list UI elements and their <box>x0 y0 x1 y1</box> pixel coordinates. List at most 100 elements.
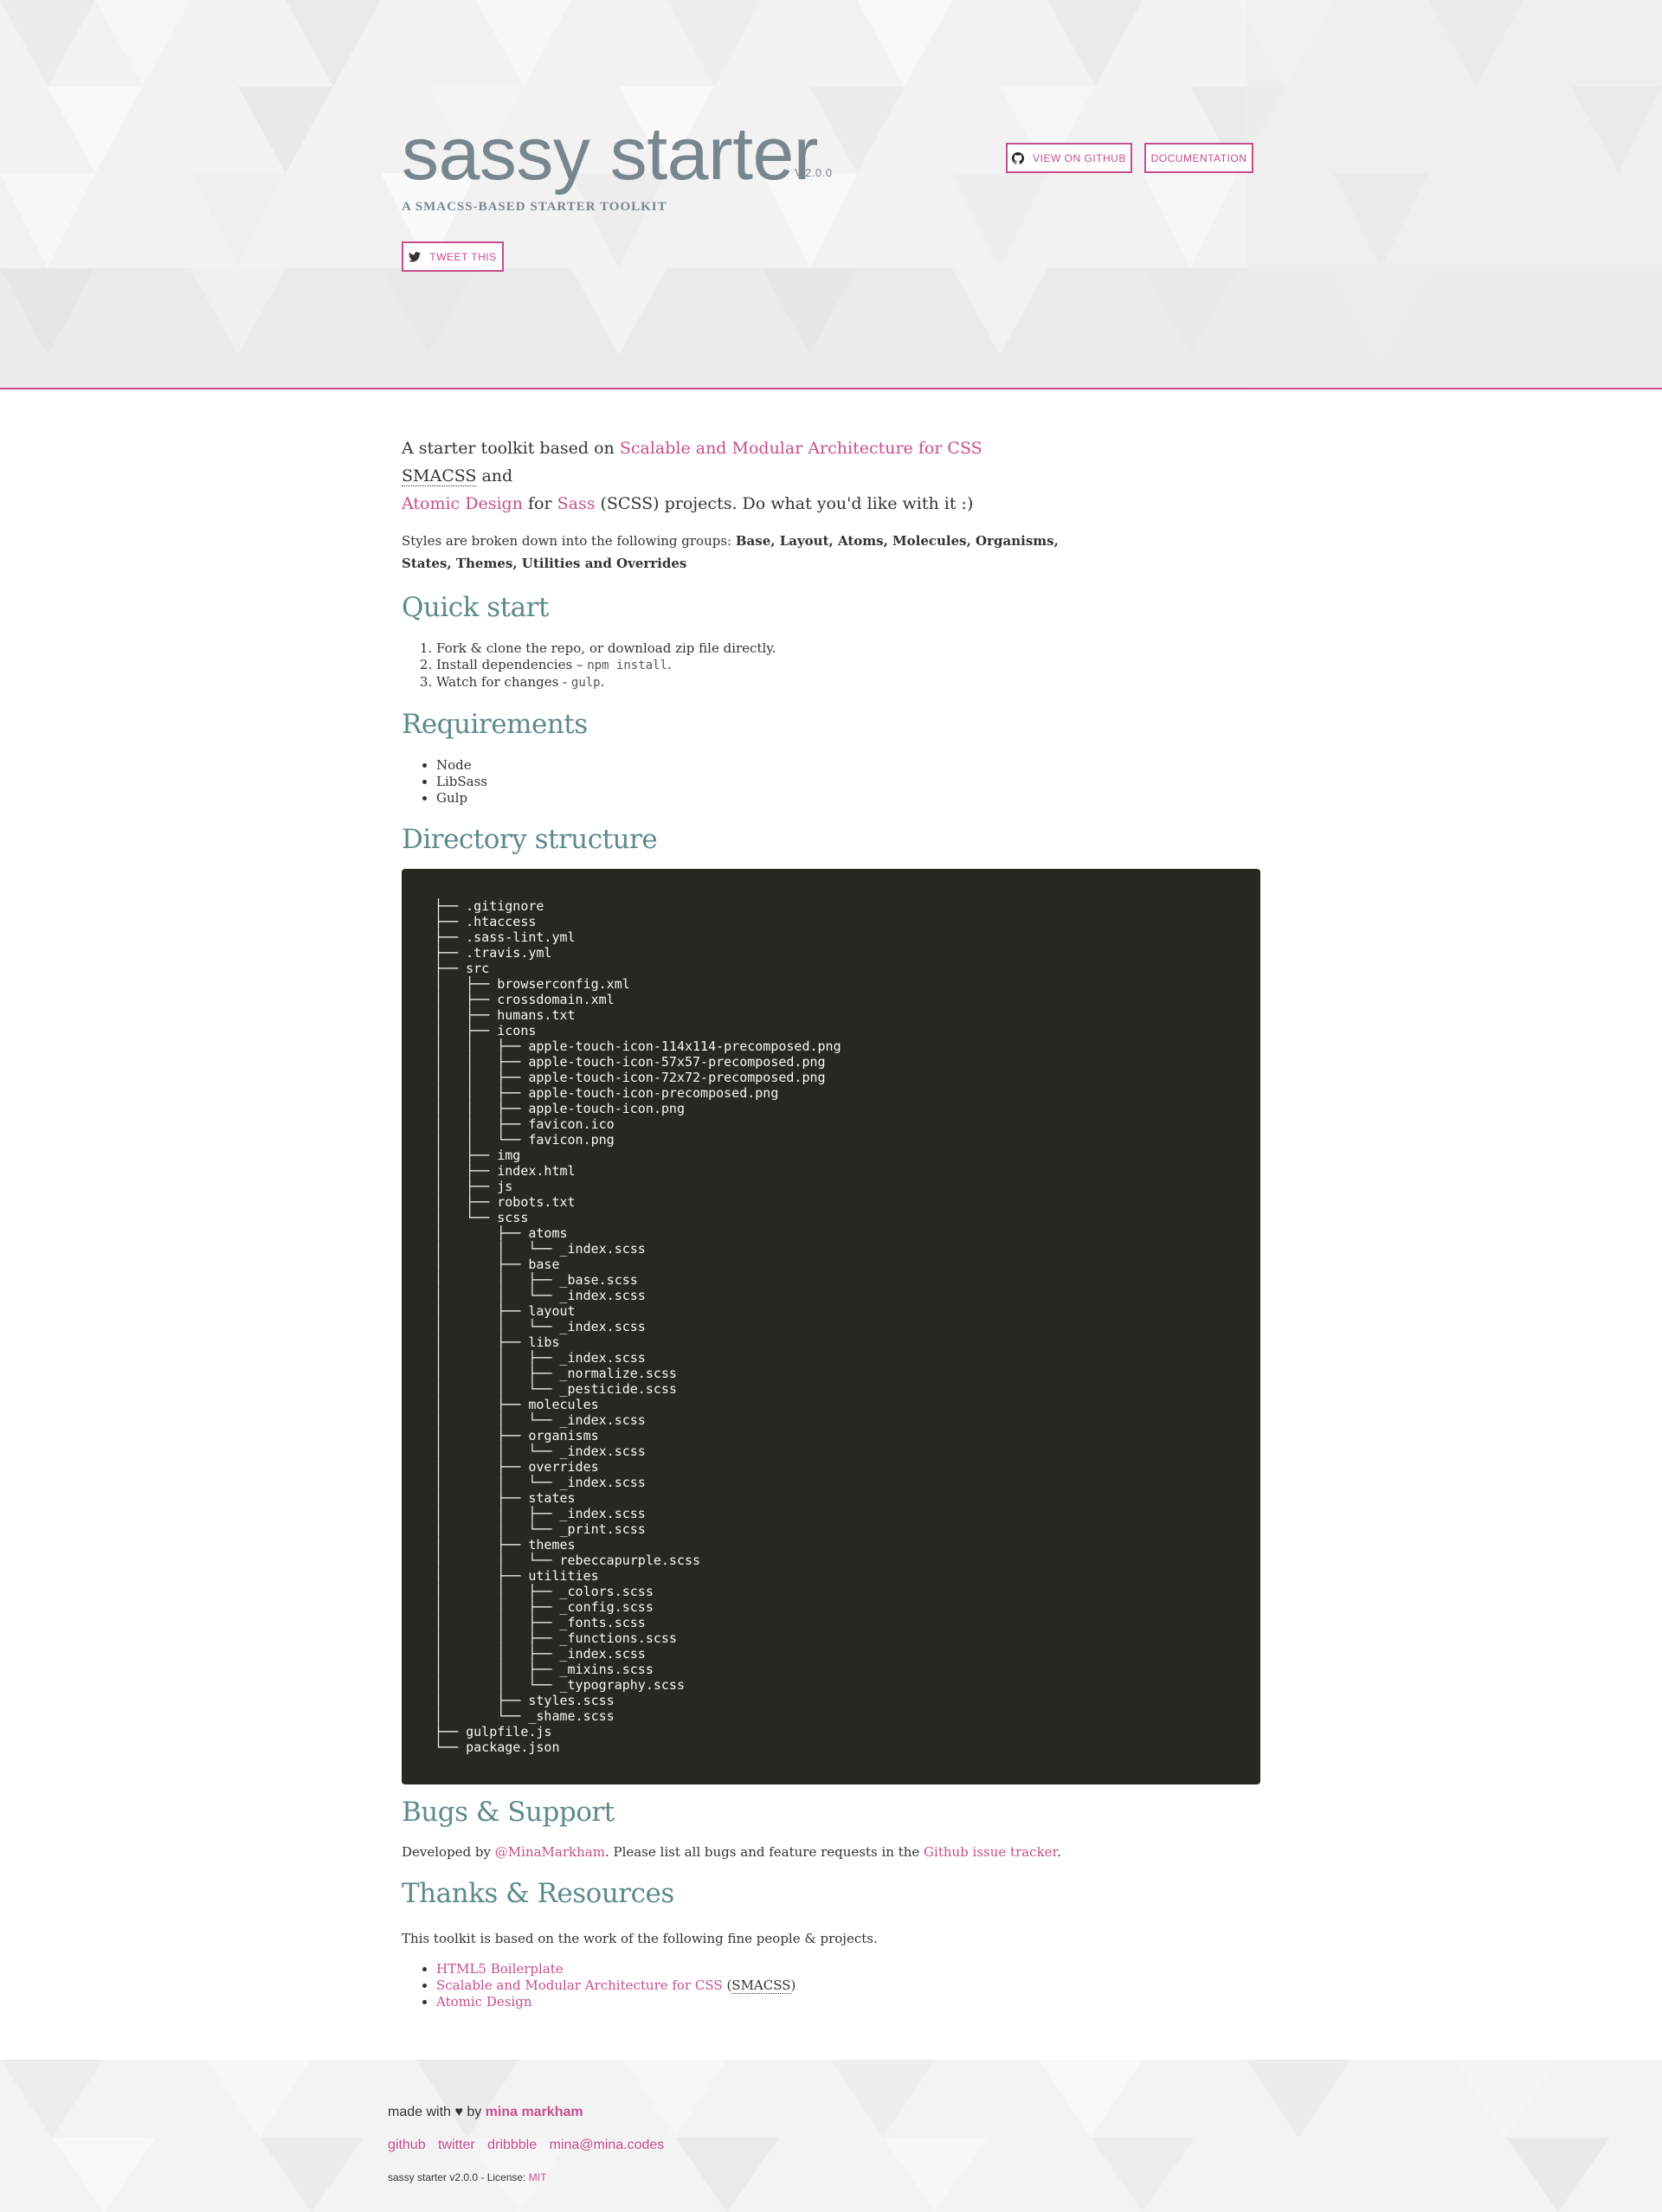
tree-line: │ │ ├── _mixins.scss <box>435 1662 654 1677</box>
tree-line: │ │ ├── _config.scss <box>435 1599 654 1615</box>
tree-line: │ │ └── favicon.png <box>435 1132 615 1148</box>
atomic-design-link[interactable]: Atomic Design <box>402 494 523 513</box>
list-item: Atomic Design <box>436 1994 1260 2010</box>
tweet-this-button[interactable]: TWEET THIS <box>402 241 504 272</box>
list-item: HTML5 Boilerplate <box>436 1961 1260 1977</box>
intro-text: (SCSS) projects. Do what you'd like with… <box>595 494 974 513</box>
tree-line: ├── .travis.yml <box>435 945 552 961</box>
groups-text: Styles are broken down into the followin… <box>402 533 736 549</box>
tree-line: │ ├── utilities <box>435 1568 599 1584</box>
twitter-link[interactable]: twitter <box>438 2138 475 2152</box>
tree-line: ├── gulpfile.js <box>435 1724 552 1739</box>
tree-line: │ │ ├── _fonts.scss <box>435 1615 646 1630</box>
quick-start-list: Fork & clone the repo, or download zip f… <box>402 640 1260 691</box>
step-text: . <box>667 657 672 672</box>
resource-text: ) <box>790 1977 796 1993</box>
tree-line: │ │ ├── _index.scss <box>435 1506 646 1521</box>
tree-line: │ │ ├── _functions.scss <box>435 1630 677 1646</box>
tree-line: │ │ ├── _base.scss <box>435 1272 638 1288</box>
tree-line: │ │ └── _pesticide.scss <box>435 1381 677 1397</box>
documentation-label: DOCUMENTATION <box>1150 151 1247 164</box>
step-text: Install dependencies – <box>436 657 588 672</box>
intro-text: A starter toolkit based on <box>402 439 620 458</box>
triangle-pattern-background <box>0 2060 1662 2212</box>
resources-list: HTML5 Boilerplate Scalable and Modular A… <box>402 1961 1260 2010</box>
resource-text: ( <box>722 1977 732 1993</box>
requirements-list: Node LibSass Gulp <box>402 757 1260 807</box>
bugs-text: . Please list all bugs and feature reque… <box>604 1844 924 1860</box>
tree-line: │ ├── molecules <box>435 1397 599 1412</box>
view-on-github-label: VIEW ON GITHUB <box>1033 151 1126 164</box>
tree-line: │ │ └── _index.scss <box>435 1475 646 1490</box>
tree-line: │ ├── js <box>435 1179 513 1194</box>
gulp-code: gulp <box>570 676 601 690</box>
list-item: Scalable and Modular Architecture for CS… <box>436 1977 1260 1994</box>
bugs-paragraph: Developed by @MinaMarkham. Please list a… <box>402 1843 1260 1861</box>
tree-line: │ ├── themes <box>435 1537 576 1553</box>
github-issue-tracker-link[interactable]: Github issue tracker <box>924 1844 1057 1860</box>
version-label: V.2.0.0 <box>795 166 833 179</box>
email-link[interactable]: mina@mina.codes <box>550 2138 665 2152</box>
smacss-resource-link[interactable]: Scalable and Modular Architecture for CS… <box>436 1977 723 1993</box>
requirements-heading: Requirements <box>402 709 588 740</box>
tweet-this-label: TWEET THIS <box>429 250 497 263</box>
tree-line: │ ├── overrides <box>435 1459 599 1475</box>
tree-line: │ │ └── _index.scss <box>435 1412 646 1428</box>
tree-line: │ ├── icons <box>435 1023 537 1038</box>
bugs-text: . <box>1057 1844 1061 1860</box>
style-groups-paragraph: Styles are broken down into the followin… <box>402 530 1060 575</box>
site-footer: made with ♥ by mina markham github twitt… <box>0 2060 1662 2212</box>
tree-line: │ ├── robots.txt <box>435 1194 576 1210</box>
directory-structure-heading: Directory structure <box>402 824 658 855</box>
tree-line: │ │ └── _index.scss <box>435 1241 646 1257</box>
smacss-link[interactable]: Scalable and Modular Architecture for CS… <box>620 439 982 458</box>
main-content: A starter toolkit based on Scalable and … <box>402 426 1260 2010</box>
documentation-button[interactable]: DOCUMENTATION <box>1144 143 1253 173</box>
tree-line: │ └── _shame.scss <box>435 1708 615 1724</box>
tree-line: │ │ ├── _normalize.scss <box>435 1366 677 1381</box>
tree-line: │ │ ├── _index.scss <box>435 1350 646 1366</box>
tree-line: │ ├── organisms <box>435 1428 599 1444</box>
tagline: A SMACSS-BASED STARTER TOOLKIT <box>402 200 667 214</box>
tree-line: │ ├── index.html <box>435 1163 576 1179</box>
tree-line: │ ├── layout <box>435 1303 576 1319</box>
tree-line: │ │ ├── apple-touch-icon.png <box>435 1101 685 1116</box>
site-header: sassy starter V.2.0.0 A SMACSS-BASED STA… <box>0 0 1662 389</box>
tree-line: │ ├── humans.txt <box>435 1007 576 1023</box>
twitter-bird-icon <box>409 251 422 262</box>
thanks-intro: This toolkit is based on the work of the… <box>402 1931 878 1946</box>
atomic-design-resource-link[interactable]: Atomic Design <box>436 1994 531 2009</box>
mina-markham-twitter-link[interactable]: @MinaMarkham <box>495 1844 605 1860</box>
github-link[interactable]: github <box>388 2138 426 2152</box>
tree-line: │ │ ├── apple-touch-icon-57x57-precompos… <box>435 1054 826 1070</box>
list-item: Node <box>436 757 1260 774</box>
tree-line: │ ├── base <box>435 1257 560 1272</box>
author-link[interactable]: mina markham <box>486 2105 583 2119</box>
thanks-resources-heading: Thanks & Resources <box>402 1878 674 1909</box>
tree-line: │ │ ├── apple-touch-icon-precomposed.png <box>435 1085 779 1101</box>
tree-line: │ ├── styles.scss <box>435 1693 615 1708</box>
bugs-support-heading: Bugs & Support <box>402 1797 615 1828</box>
directory-tree-code-block: ├── .gitignore ├── .htaccess ├── .sass-lin… <box>402 869 1260 1784</box>
list-item: Fork & clone the repo, or download zip f… <box>436 640 1260 657</box>
social-links: github twitter dribbble mina@mina.codes <box>388 2138 673 2153</box>
header-content: sassy starter V.2.0.0 A SMACSS-BASED STA… <box>402 0 1259 388</box>
list-item: Install dependencies – npm install. <box>436 657 1260 674</box>
tree-line: │ ├── browserconfig.xml <box>435 976 630 992</box>
list-item: Watch for changes - gulp. <box>436 674 1260 691</box>
tree-line: │ └── scss <box>435 1210 529 1225</box>
made-with-text: made with ♥ by <box>388 2105 486 2119</box>
made-with-line: made with ♥ by mina markham <box>388 2105 583 2120</box>
view-on-github-button[interactable]: VIEW ON GITHUB <box>1006 143 1132 173</box>
html5-boilerplate-link[interactable]: HTML5 Boilerplate <box>436 1961 564 1977</box>
sass-link[interactable]: Sass <box>557 494 596 513</box>
tree-line: ├── .htaccess <box>435 914 537 929</box>
dribbble-link[interactable]: dribbble <box>487 2138 537 2152</box>
tree-line: ├── src <box>435 961 490 976</box>
npm-install-code: npm install <box>587 659 667 672</box>
github-octocat-icon <box>1012 151 1025 164</box>
tree-line: ├── .sass-lint.yml <box>435 929 576 945</box>
mit-license-link[interactable]: MIT <box>529 2171 547 2183</box>
tree-line: │ ├── libs <box>435 1334 560 1350</box>
quick-start-heading: Quick start <box>402 592 549 623</box>
